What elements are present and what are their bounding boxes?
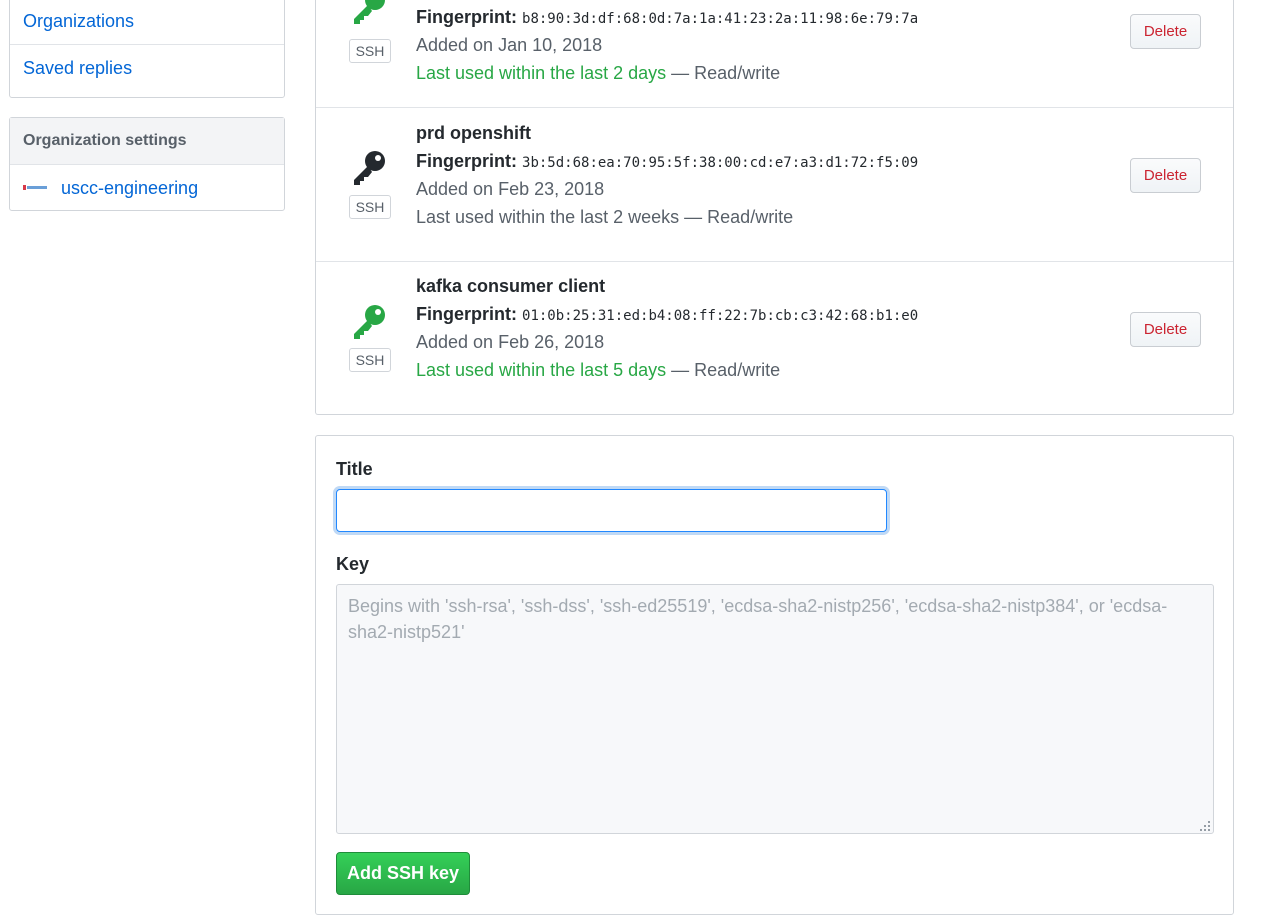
ssh-badge: SSH bbox=[349, 348, 391, 372]
key-last-used: Last used within the last 5 days — Read/… bbox=[416, 360, 781, 380]
delete-key-button[interactable]: Delete bbox=[1130, 14, 1201, 49]
key-icon bbox=[354, 305, 385, 339]
key-title: prd openshift bbox=[416, 123, 531, 143]
key-label: Key bbox=[336, 554, 370, 574]
ssh-badge: SSH bbox=[349, 195, 391, 219]
new-ssh-key-form: Title Key Add SSH key bbox=[315, 435, 1234, 915]
add-ssh-key-button[interactable]: Add SSH key bbox=[336, 852, 470, 895]
delete-key-button[interactable]: Delete bbox=[1130, 312, 1201, 347]
key-fingerprint: Fingerprint: 3b:5d:68:ea:70:95:5f:38:00:… bbox=[416, 151, 919, 171]
menu-item-organizations[interactable]: Organizations bbox=[10, 0, 284, 45]
ssh-badge: SSH bbox=[349, 39, 391, 63]
settings-menu: Organizations Saved replies bbox=[9, 0, 285, 98]
key-fingerprint: Fingerprint: 01:0b:25:31:ed:b4:08:ff:22:… bbox=[416, 304, 919, 324]
delete-key-button[interactable]: Delete bbox=[1130, 158, 1201, 193]
menu-item-org-uscc-engineering[interactable]: uscc-engineering bbox=[10, 165, 284, 211]
title-input[interactable] bbox=[336, 489, 887, 532]
title-label: Title bbox=[336, 459, 373, 479]
key-icon bbox=[354, 151, 385, 185]
organization-settings-heading: Organization settings bbox=[10, 118, 284, 165]
key-added-date: Added on Jan 10, 2018 bbox=[416, 35, 603, 55]
key-textarea[interactable] bbox=[336, 584, 1214, 834]
key-added-date: Added on Feb 26, 2018 bbox=[416, 332, 605, 352]
menu-item-saved-replies[interactable]: Saved replies bbox=[10, 45, 284, 92]
ssh-key-row: SSH prd openshift Fingerprint: 3b:5d:68:… bbox=[316, 107, 1233, 260]
key-title: kafka consumer client bbox=[416, 276, 606, 296]
organization-settings-menu: Organization settings uscc-engineering bbox=[9, 117, 285, 211]
ssh-key-row: SSH kafka consumer client Fingerprint: 0… bbox=[316, 261, 1233, 414]
key-icon bbox=[354, 0, 385, 24]
ssh-keys-list: SSH Fingerprint: b8:90:3d:df:68:0d:7a:1a… bbox=[315, 0, 1234, 415]
org-name: uscc-engineering bbox=[61, 177, 199, 198]
key-fingerprint: Fingerprint: b8:90:3d:df:68:0d:7a:1a:41:… bbox=[416, 7, 919, 27]
resize-grip-icon[interactable] bbox=[1199, 820, 1211, 832]
ssh-key-row: SSH Fingerprint: b8:90:3d:df:68:0d:7a:1a… bbox=[316, 0, 1233, 107]
key-added-date: Added on Feb 23, 2018 bbox=[416, 179, 605, 199]
key-last-used: Last used within the last 2 weeks — Read… bbox=[416, 207, 794, 227]
key-last-used: Last used within the last 2 days — Read/… bbox=[416, 63, 781, 83]
org-avatar-icon bbox=[23, 183, 47, 193]
